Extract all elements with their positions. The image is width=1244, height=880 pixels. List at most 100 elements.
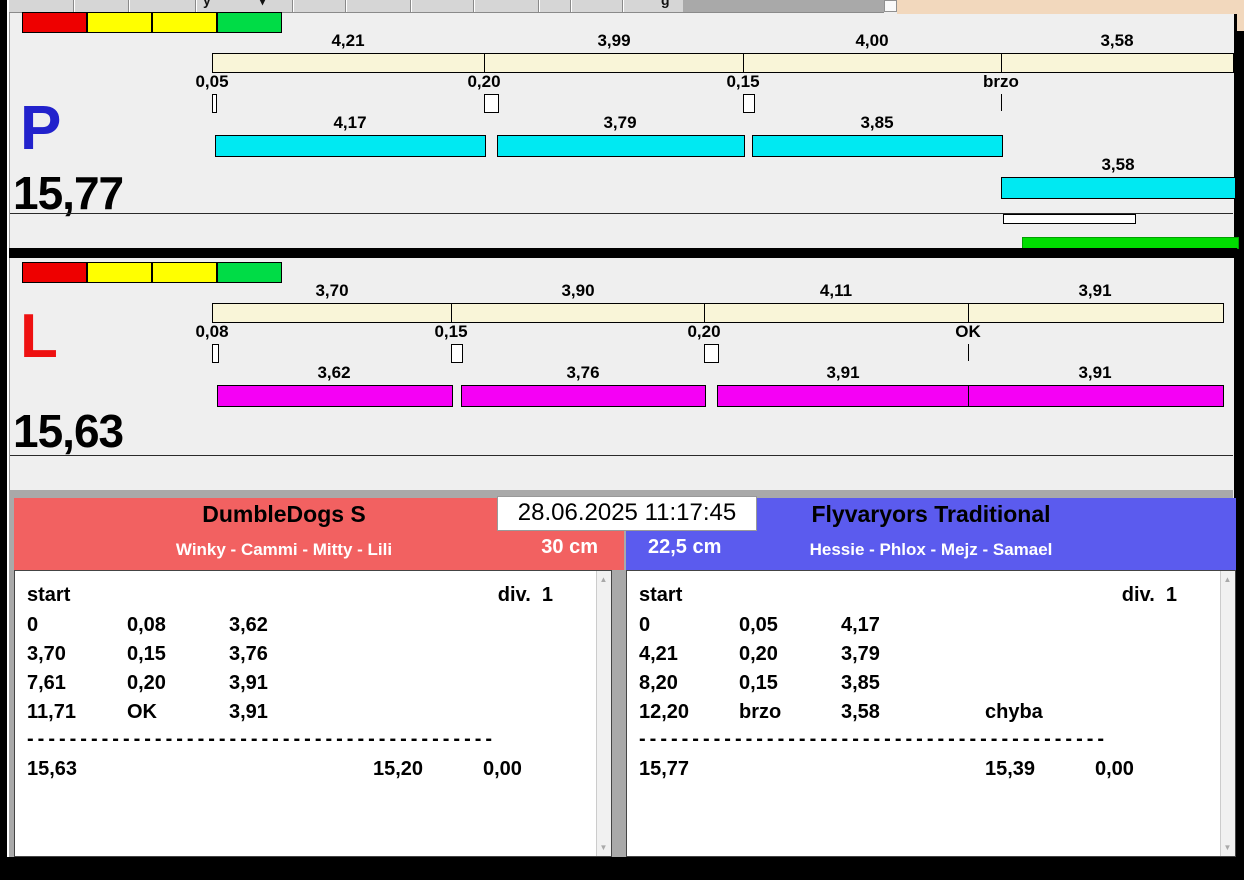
lane-total-time: 15,63 <box>13 405 124 457</box>
table-scrollbar[interactable]: ▲ ▼ <box>1220 571 1235 856</box>
total-time-cell: 15,63 <box>27 758 78 780</box>
table-header-start: start <box>639 584 683 606</box>
box-gap-marker <box>484 94 499 113</box>
fault-white-bar <box>1003 214 1136 224</box>
toolbar-clipped-text: y <box>203 0 211 8</box>
segment-time-label: 3,99 <box>597 31 631 50</box>
run-time-label: 3,58 <box>1101 155 1135 174</box>
box-time-label: 0,15 <box>434 322 468 341</box>
team-left-name: DumbleDogs S <box>202 501 366 527</box>
toolbar-button-divider <box>622 0 623 12</box>
run-table-cell: 0 <box>639 614 651 636</box>
toolbar-tab[interactable] <box>884 0 897 12</box>
run-table-cell: 0,20 <box>739 643 778 665</box>
split-segment <box>968 303 1224 323</box>
table-scrollbar[interactable]: ▲ ▼ <box>596 571 611 856</box>
run-table-cell: brzo <box>739 701 782 723</box>
run-table-cell: 0 <box>27 614 39 636</box>
run-table-cell: 3,76 <box>229 643 268 665</box>
box-time-label: brzo <box>983 72 1019 91</box>
scroll-up-icon[interactable]: ▲ <box>597 575 610 584</box>
split-segment <box>704 303 970 323</box>
run-table-cell: 3,70 <box>27 643 66 665</box>
light-green <box>217 262 282 283</box>
light-red <box>22 262 87 283</box>
segment-time-label: 3,70 <box>315 281 349 300</box>
run-time-label: 3,85 <box>860 113 894 132</box>
run-table-cell: 3,79 <box>841 643 880 665</box>
start-lights <box>22 262 282 283</box>
light-yellow-2 <box>152 262 217 283</box>
box-gap-marker <box>743 94 755 113</box>
split-segment <box>484 53 745 73</box>
box-gap-marker <box>212 94 217 113</box>
total-time-cell: 15,77 <box>639 758 690 780</box>
lane-baseline <box>10 455 1233 456</box>
box-gap-marker <box>212 344 219 363</box>
split-segment <box>1001 53 1234 73</box>
datetime-display: 28.06.2025 11:17:45 <box>497 496 757 531</box>
segment-time-label: 3,90 <box>561 281 595 300</box>
run-table-cell: 4,21 <box>639 643 678 665</box>
table-header-start: start <box>27 584 71 606</box>
run-table-cell: 3,85 <box>841 672 880 694</box>
run-table-cell: 7,61 <box>27 672 66 694</box>
run-table-cell: 0,20 <box>127 672 166 694</box>
lane-letter: P <box>20 94 62 163</box>
box-time-label: 0,05 <box>195 72 229 91</box>
scroll-down-icon[interactable]: ▼ <box>597 843 610 852</box>
run-bar-fault <box>1001 177 1236 199</box>
lane-separator-band <box>9 248 1237 258</box>
run-bar <box>217 385 453 407</box>
desktop-background-corner <box>1237 0 1244 31</box>
table-header-division: div. 1 <box>1121 584 1177 606</box>
split-segment <box>451 303 706 323</box>
run-table-cell: 11,71 <box>27 701 76 723</box>
run-table-cell: 3,58 <box>841 701 880 723</box>
split-segment <box>743 53 1003 73</box>
segment-time-label: 4,00 <box>855 31 889 50</box>
box-time-label: 0,15 <box>726 72 760 91</box>
light-red <box>22 12 87 33</box>
light-green <box>217 12 282 33</box>
light-yellow-2 <box>152 12 217 33</box>
lane-baseline <box>10 213 1233 214</box>
toolbar-button-divider <box>195 0 196 12</box>
run-table-cell: 3,91 <box>229 701 268 723</box>
toolbar-button-pressed[interactable] <box>683 0 884 12</box>
run-table-cell: chyba <box>985 701 1043 723</box>
toolbar-button-divider <box>570 0 571 12</box>
net-time-cell: 15,39 <box>985 758 1036 780</box>
scroll-up-icon[interactable]: ▲ <box>1221 575 1234 584</box>
start-lights <box>22 12 282 33</box>
run-time-label: 3,79 <box>603 113 637 132</box>
run-bar <box>752 135 1003 157</box>
run-bar <box>497 135 745 157</box>
run-table-cell: 12,20 <box>639 701 690 723</box>
team-left-height: 30 cm <box>541 536 598 558</box>
run-table-cell: 0,15 <box>739 672 778 694</box>
toolbar-button-divider <box>538 0 539 12</box>
scroll-down-icon[interactable]: ▼ <box>1221 843 1234 852</box>
table-header-division: div. 1 <box>497 584 553 606</box>
segment-time-label: 4,11 <box>819 281 853 300</box>
toolbar-clipped-text: g <box>661 0 670 8</box>
run-table-cell: 0,15 <box>127 643 166 665</box>
toolbar-button-divider <box>473 0 474 12</box>
run-time-label: 3,62 <box>317 363 351 382</box>
box-gap-marker <box>451 344 463 363</box>
run-table-cell: 3,91 <box>229 672 268 694</box>
penalty-time-cell: 0,00 <box>483 758 522 780</box>
run-table-cell: 8,20 <box>639 672 678 694</box>
run-time-label: 3,76 <box>566 363 600 382</box>
run-table-cell: 4,17 <box>841 614 880 636</box>
team-right-height: 22,5 cm <box>648 536 722 558</box>
results-panel-right[interactable]: start div. 1 0 0,05 4,17 4,21 0,20 3,79 8,20 0,15… <box>626 570 1236 857</box>
desktop-background-strip <box>897 0 1244 14</box>
toolbar-button-divider <box>410 0 411 12</box>
run-time-label: 4,17 <box>333 113 367 132</box>
box-time-label: 0,20 <box>687 322 721 341</box>
table-divider-line: ----------------------------------------… <box>639 729 1109 749</box>
table-divider-line: ----------------------------------------… <box>27 729 497 749</box>
results-panel-left[interactable]: start div. 1 0 0,08 3,62 3,70 0,15 3,76 7,61 0,20… <box>14 570 612 857</box>
